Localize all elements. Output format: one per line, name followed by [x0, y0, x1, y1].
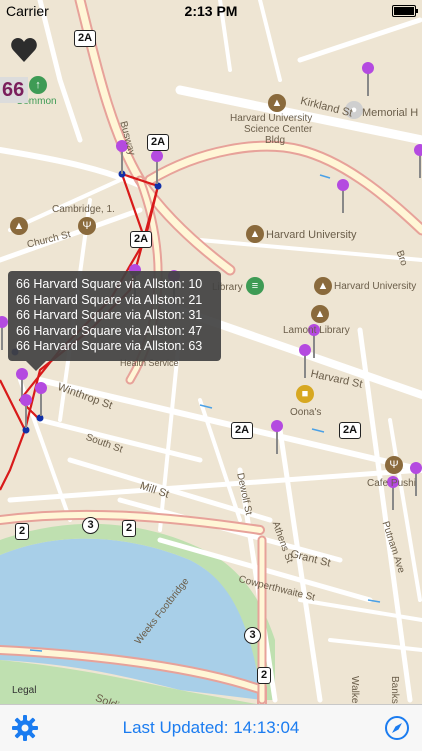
- status-bar: Carrier 2:13 PM: [0, 0, 422, 22]
- university-poi-icon[interactable]: ▲: [314, 277, 332, 295]
- arrival-prediction-line: 66 Harvard Square via Allston: 10: [16, 277, 203, 291]
- legal-link[interactable]: Legal: [12, 685, 36, 696]
- shopping-poi-icon[interactable]: ■: [296, 385, 314, 403]
- route-shield: 2A: [339, 422, 362, 439]
- university-poi-icon[interactable]: ▲: [268, 94, 286, 112]
- university-poi-icon[interactable]: ▲: [311, 305, 329, 323]
- route-shield: 2: [15, 523, 30, 540]
- favorite-heart-button[interactable]: [10, 37, 38, 63]
- arrival-prediction-line: 66 Harvard Square via Allston: 63: [16, 339, 203, 354]
- arrival-callout[interactable]: 66 Harvard Square via Allston: 10 66 Har…: [8, 271, 221, 371]
- battery-icon: [392, 5, 418, 17]
- heart-icon: [11, 38, 37, 62]
- route-number-badge[interactable]: 66: [0, 77, 29, 103]
- restaurant-poi-icon[interactable]: Ψ: [78, 217, 96, 235]
- arrival-prediction-line: 66 Harvard Square via Allston: 31: [16, 308, 203, 323]
- status-time: 2:13 PM: [184, 3, 238, 19]
- bottom-toolbar: Last Updated: 14:13:04: [0, 704, 422, 751]
- route-shield: 2A: [130, 231, 153, 248]
- compass-icon: [385, 716, 409, 740]
- route-shield: 2: [257, 667, 272, 684]
- arrival-prediction-line: 66 Harvard Square via Allston: 47: [16, 323, 203, 338]
- route-shield: 2A: [231, 422, 254, 439]
- locate-me-button[interactable]: [384, 715, 410, 741]
- park-poi-icon[interactable]: ↑: [29, 76, 47, 94]
- restaurant-poi-icon[interactable]: Ψ: [385, 456, 403, 474]
- university-poi-icon[interactable]: ▲: [246, 225, 264, 243]
- route-shield: 3: [244, 627, 261, 644]
- route-shield: 2A: [74, 30, 97, 47]
- last-updated-label: Last Updated: 14:13:04: [122, 718, 300, 737]
- poi-icon[interactable]: ▲: [10, 217, 28, 235]
- landmark-poi-icon[interactable]: ●: [345, 101, 363, 119]
- library-poi-icon[interactable]: ≡: [246, 277, 264, 295]
- route-shield: 2A: [147, 134, 170, 151]
- route-shield: 2: [122, 520, 137, 537]
- route-shield: 3: [82, 517, 99, 534]
- arrival-prediction-line: 66 Harvard Square via Allston: 21: [16, 292, 203, 307]
